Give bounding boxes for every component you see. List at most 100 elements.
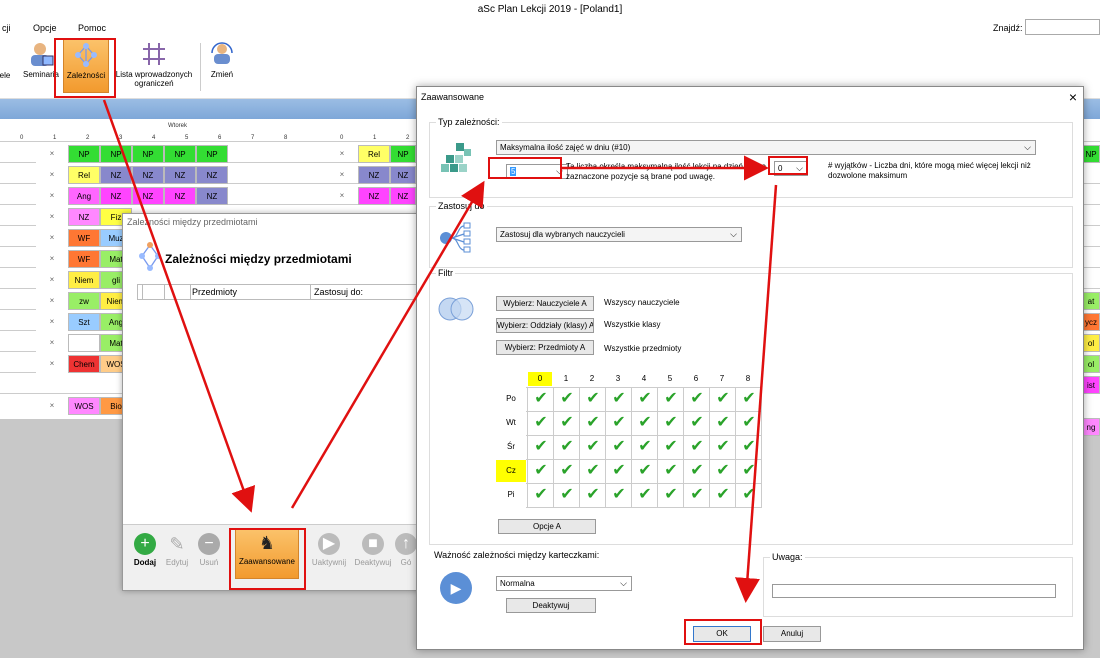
grid-column-header[interactable]: 0 — [528, 372, 552, 386]
check-icon[interactable]: ✔ — [633, 388, 657, 410]
timetable-cell[interactable]: zw — [68, 292, 100, 310]
check-icon[interactable]: ✔ — [633, 460, 657, 482]
timetable-cell[interactable]: NP — [390, 145, 416, 163]
timetable-cell[interactable]: NP — [68, 145, 100, 163]
timetable-cell[interactable]: Szt — [68, 313, 100, 331]
check-icon[interactable]: ✔ — [581, 484, 605, 506]
grid-row-header[interactable]: Wt — [496, 412, 526, 434]
grid-column-header[interactable]: 1 — [554, 372, 578, 386]
column-przedmioty[interactable]: Przedmioty — [192, 287, 237, 297]
check-icon[interactable]: ✔ — [581, 388, 605, 410]
timetable-cell[interactable]: ycz — [1082, 313, 1100, 331]
check-icon[interactable]: ✔ — [659, 460, 683, 482]
grid-row-header[interactable]: Cz — [496, 460, 526, 482]
menu-item-opcje[interactable]: Opcje — [33, 23, 57, 33]
timetable-cell[interactable]: × — [326, 166, 358, 184]
check-icon[interactable]: ✔ — [555, 412, 579, 434]
check-icon[interactable]: ✔ — [659, 388, 683, 410]
timetable-cell[interactable]: NZ — [358, 166, 390, 184]
check-icon[interactable]: ✔ — [659, 436, 683, 458]
check-icon[interactable]: ✔ — [737, 412, 761, 434]
check-icon[interactable]: ✔ — [529, 460, 553, 482]
check-icon[interactable]: ✔ — [737, 436, 761, 458]
check-icon[interactable]: ✔ — [529, 484, 553, 506]
timetable-cell[interactable]: ist — [1082, 376, 1100, 394]
deactivate-button[interactable]: ■ Deaktywuj — [353, 531, 393, 567]
timetable-cell[interactable]: × — [36, 313, 68, 331]
timetable-cell[interactable]: × — [36, 271, 68, 289]
timetable-cell[interactable]: × — [36, 229, 68, 247]
check-icon[interactable]: ✔ — [555, 460, 579, 482]
timetable-cell[interactable] — [68, 334, 100, 352]
select-classes-button[interactable]: Wybierz: Oddziały (klasy) A — [496, 318, 594, 333]
close-icon[interactable]: × — [1069, 89, 1077, 105]
ribbon-item-partial[interactable]: ele — [0, 71, 12, 80]
grid-column-header[interactable]: 7 — [710, 372, 734, 386]
timetable-cell[interactable]: × — [36, 355, 68, 373]
grid-column-header[interactable]: 6 — [684, 372, 708, 386]
check-icon[interactable]: ✔ — [633, 436, 657, 458]
timetable-cell[interactable]: × — [36, 334, 68, 352]
timetable-cell[interactable]: NZ — [196, 187, 228, 205]
timetable-cell[interactable]: × — [36, 250, 68, 268]
timetable-cell[interactable]: Chem — [68, 355, 100, 373]
timetable-cell[interactable]: Niem — [68, 271, 100, 289]
check-icon[interactable]: ✔ — [711, 388, 735, 410]
timetable-cell[interactable]: NP — [196, 145, 228, 163]
check-icon[interactable]: ✔ — [529, 388, 553, 410]
search-input[interactable] — [1025, 19, 1100, 35]
check-icon[interactable]: ✔ — [711, 412, 735, 434]
timetable-cell[interactable]: NP — [164, 145, 196, 163]
activate-button[interactable]: ▶ Uaktywnij — [309, 531, 349, 567]
timetable-cell[interactable]: NZ — [164, 187, 196, 205]
check-icon[interactable]: ✔ — [633, 412, 657, 434]
grid-column-header[interactable]: 2 — [580, 372, 604, 386]
timetable-cell[interactable]: NZ — [390, 187, 416, 205]
timetable-cell[interactable]: × — [326, 145, 358, 163]
check-icon[interactable]: ✔ — [633, 484, 657, 506]
timetable-cell[interactable]: ng — [1082, 418, 1100, 436]
check-icon[interactable]: ✔ — [555, 484, 579, 506]
timetable-cell[interactable]: Rel — [68, 166, 100, 184]
check-icon[interactable]: ✔ — [607, 388, 631, 410]
note-input[interactable] — [772, 584, 1056, 598]
timetable-cell[interactable]: NZ — [100, 187, 132, 205]
timetable-cell[interactable]: × — [326, 187, 358, 205]
check-icon[interactable]: ✔ — [685, 460, 709, 482]
check-icon[interactable]: ✔ — [685, 412, 709, 434]
grid-column-header[interactable]: 8 — [736, 372, 760, 386]
timetable-cell[interactable]: NZ — [358, 187, 390, 205]
timetable-cell[interactable]: × — [36, 145, 68, 163]
check-icon[interactable]: ✔ — [555, 436, 579, 458]
timetable-cell[interactable]: NZ — [132, 166, 164, 184]
grid-column-header[interactable]: 5 — [658, 372, 682, 386]
check-icon[interactable]: ✔ — [607, 460, 631, 482]
timetable-cell[interactable]: × — [36, 166, 68, 184]
type-select[interactable]: Maksymalna ilość zajęć w dniu (#10) ⌵ — [496, 140, 1036, 155]
check-icon[interactable]: ✔ — [607, 412, 631, 434]
options-button[interactable]: Opcje A — [498, 519, 596, 534]
column-zastosuj[interactable]: Zastosuj do: — [314, 287, 363, 297]
check-icon[interactable]: ✔ — [685, 436, 709, 458]
timetable-cell[interactable]: × — [36, 208, 68, 226]
ribbon-zmien-button[interactable]: Zmień — [204, 39, 240, 79]
timetable-cell[interactable]: × — [36, 292, 68, 310]
check-icon[interactable]: ✔ — [685, 388, 709, 410]
timetable-cell[interactable]: WF — [68, 229, 100, 247]
timetable-cell[interactable]: WF — [68, 250, 100, 268]
timetable-cell[interactable]: Ang — [68, 187, 100, 205]
select-subjects-button[interactable]: Wybierz: Przedmioty A — [496, 340, 594, 355]
check-icon[interactable]: ✔ — [581, 412, 605, 434]
check-icon[interactable]: ✔ — [607, 484, 631, 506]
check-icon[interactable]: ✔ — [685, 484, 709, 506]
timetable-cell[interactable]: × — [36, 397, 68, 415]
cancel-button[interactable]: Anuluj — [763, 626, 821, 642]
delete-button[interactable]: − Usuń — [189, 531, 229, 567]
check-icon[interactable]: ✔ — [529, 436, 553, 458]
ribbon-lista-button[interactable]: Lista wprowadzonych ograniczeń — [110, 39, 198, 88]
check-icon[interactable]: ✔ — [711, 436, 735, 458]
check-icon[interactable]: ✔ — [737, 388, 761, 410]
timetable-cell[interactable]: NZ — [196, 166, 228, 184]
timetable-cell[interactable]: NZ — [390, 166, 416, 184]
timetable-cell[interactable]: NP — [1082, 145, 1100, 163]
